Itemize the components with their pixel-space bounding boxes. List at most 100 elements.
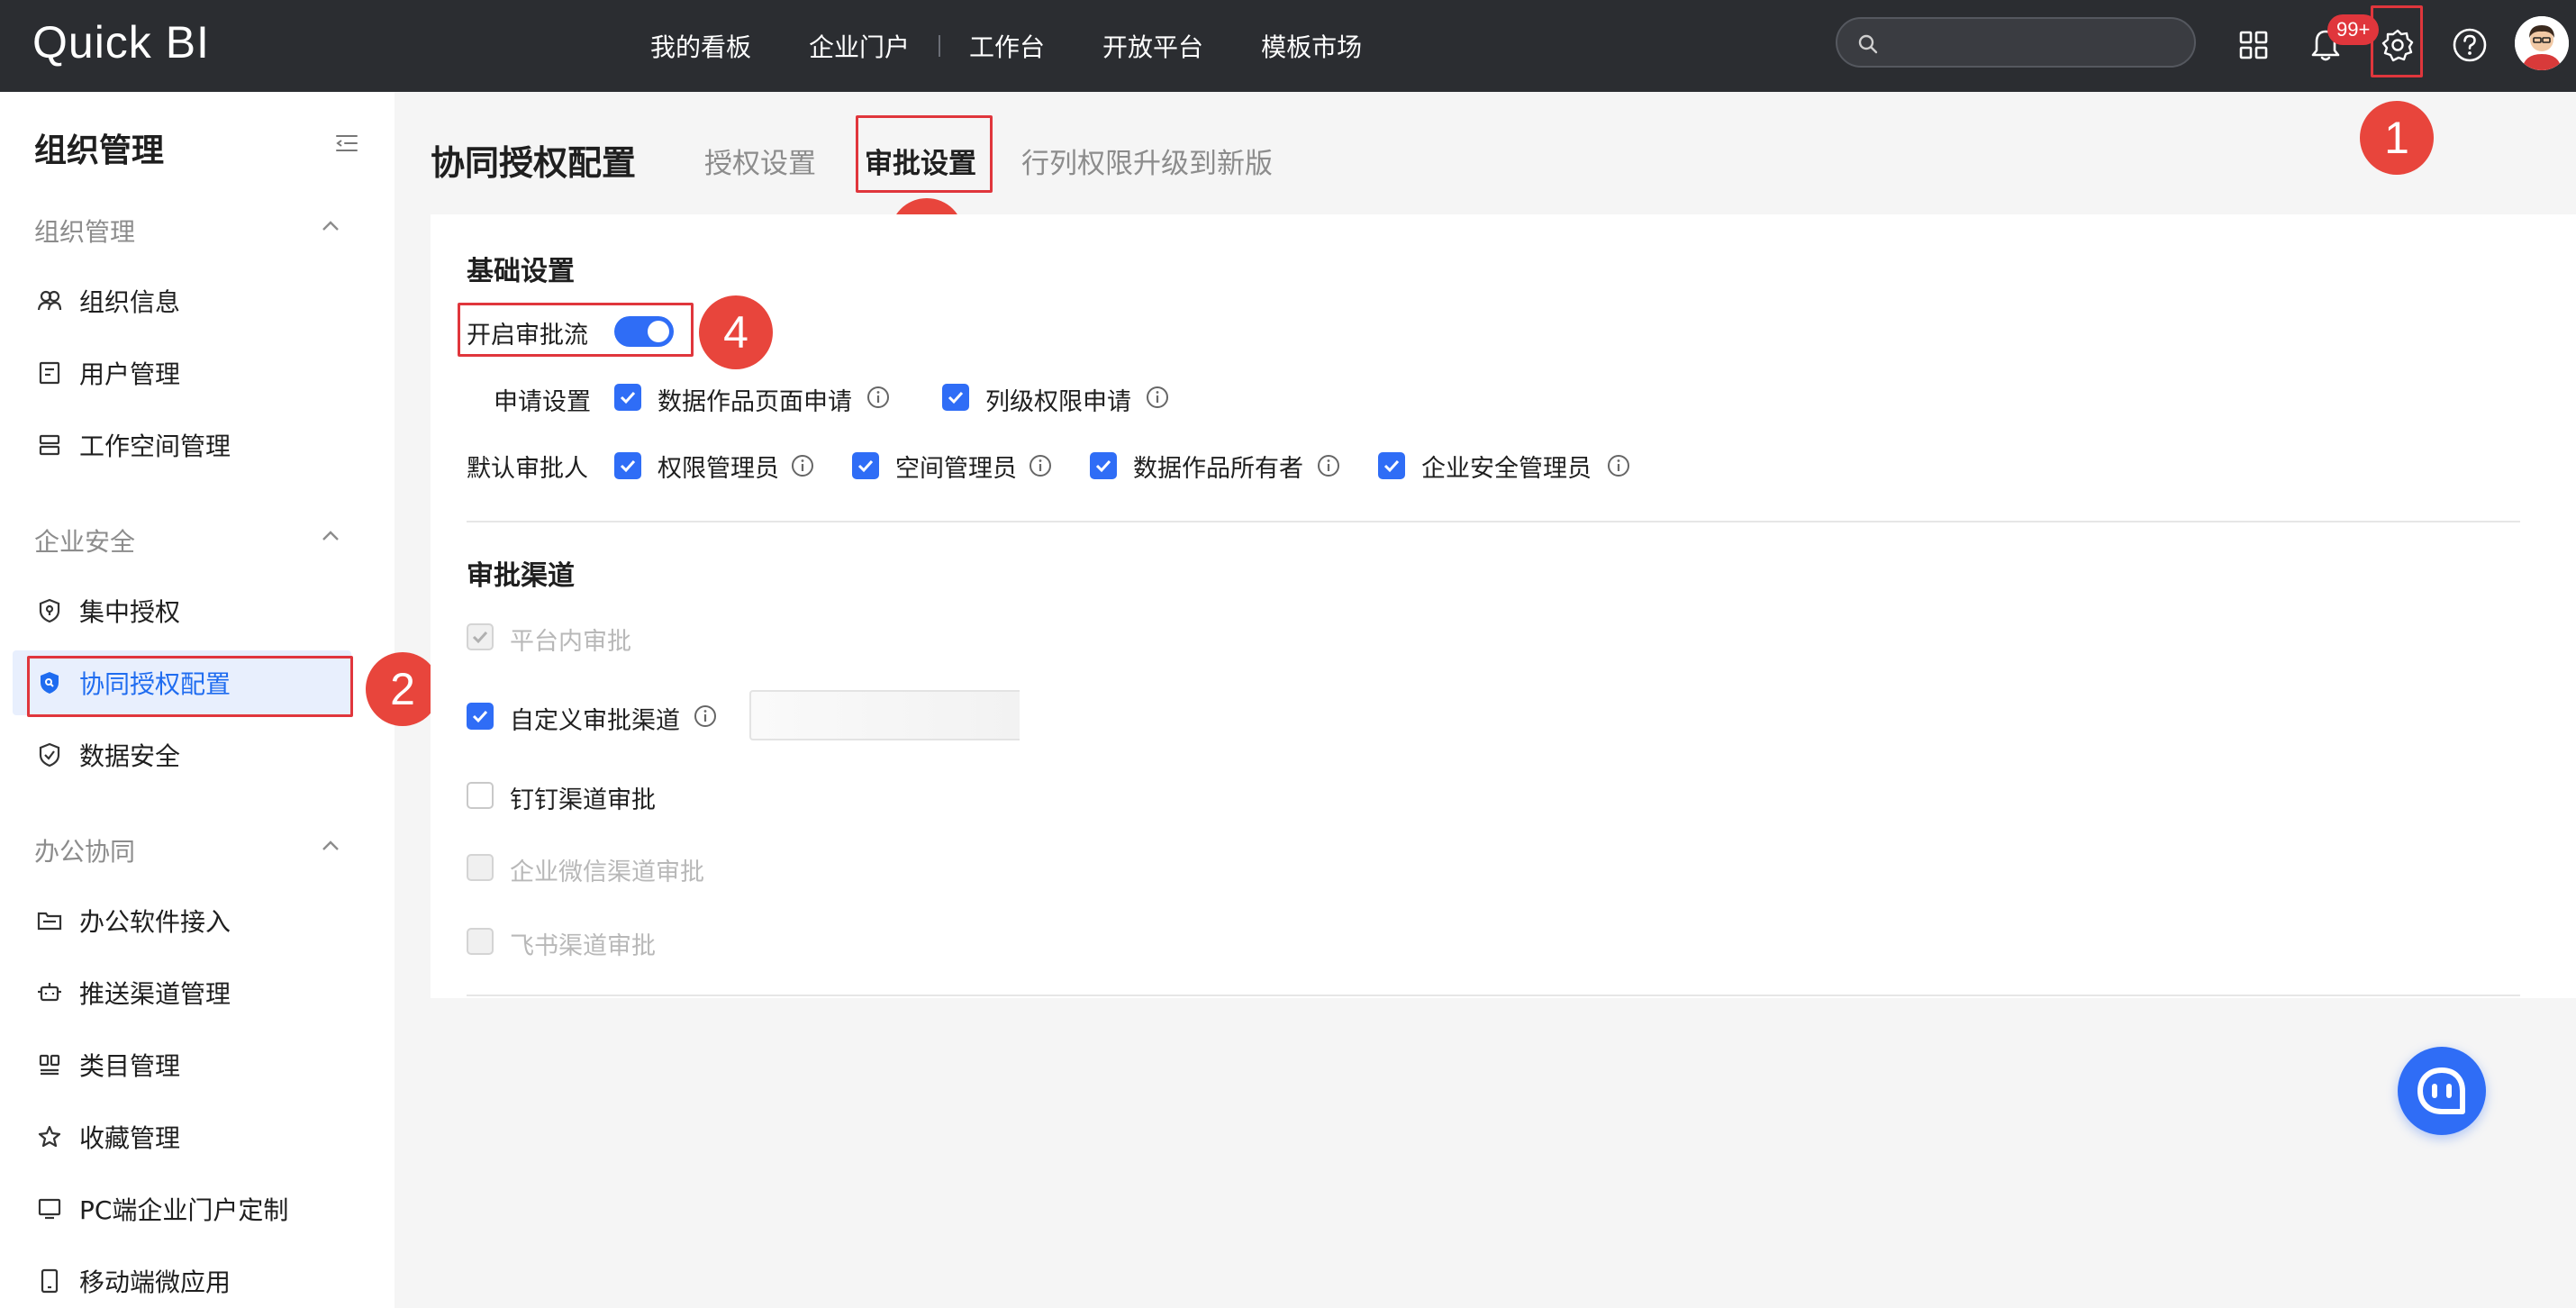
page-title: 协同授权配置 xyxy=(431,143,637,183)
check-icon xyxy=(1095,459,1111,473)
check-icon xyxy=(620,391,636,404)
robot-icon xyxy=(36,979,63,1006)
sidebar-item-office-integration[interactable]: 办公软件接入 xyxy=(13,888,351,953)
custom-channel-input[interactable] xyxy=(749,690,1020,740)
checkbox-platform-approval[interactable] xyxy=(467,623,494,650)
sidebar-item-central-auth[interactable]: 集中授权 xyxy=(13,578,351,643)
tab-row-column-upgrade[interactable]: 行列权限升级到新版 xyxy=(1021,141,1273,181)
sidebar-item-label: 类目管理 xyxy=(79,1051,181,1081)
top-nav: 我的看板 企业门户 工作台 开放平台 模板市场 xyxy=(650,0,1420,92)
sidebar-item-label: 集中授权 xyxy=(79,597,181,627)
sidebar-item-label: 推送渠道管理 xyxy=(79,979,231,1009)
tab-auth-settings[interactable]: 授权设置 xyxy=(704,141,816,181)
checkbox-custom-channel[interactable] xyxy=(467,703,494,730)
sidebar-item-label: 办公软件接入 xyxy=(79,907,231,937)
sidebar-item-pc-portal[interactable]: PC端企业门户定制 xyxy=(13,1176,351,1241)
check-icon xyxy=(1383,459,1400,473)
server-icon xyxy=(36,431,63,459)
annotation-box-toggle xyxy=(458,303,694,357)
sidebar-group-security[interactable]: 企业安全 xyxy=(34,522,135,559)
annotation-marker-2: 2 xyxy=(366,652,440,726)
info-icon[interactable] xyxy=(866,386,890,409)
grid-icon[interactable] xyxy=(2230,22,2277,68)
sidebar-item-mobile-app[interactable]: 移动端微应用 xyxy=(13,1249,351,1308)
info-icon[interactable] xyxy=(791,454,814,477)
option-label: 列级权限申请 xyxy=(985,388,1131,416)
channel-label: 企业微信渠道审批 xyxy=(510,858,704,886)
nav-my-dashboard[interactable]: 我的看板 xyxy=(650,28,751,64)
monitor-icon xyxy=(36,1195,63,1222)
annotation-marker-1: 1 xyxy=(2360,101,2434,175)
checkbox-dingtalk-channel[interactable] xyxy=(467,782,494,809)
id-card-icon xyxy=(36,359,63,386)
annotation-box-sidebar xyxy=(27,656,353,717)
sidebar-item-label: 组织信息 xyxy=(79,287,181,317)
section-divider xyxy=(467,521,2520,522)
mobile-icon xyxy=(36,1267,63,1294)
info-icon[interactable] xyxy=(1607,454,1630,477)
folder-icon xyxy=(36,907,63,934)
nav-enterprise-portal[interactable]: 企业门户 xyxy=(809,28,910,64)
channel-label: 平台内审批 xyxy=(510,628,631,656)
app-logo[interactable]: Quick BI xyxy=(32,16,210,68)
nav-workbench[interactable]: 工作台 xyxy=(969,28,1045,64)
checkbox-security-admin[interactable] xyxy=(1378,452,1405,479)
check-icon xyxy=(620,459,636,473)
sidebar-item-label: 收藏管理 xyxy=(79,1123,181,1153)
info-icon[interactable] xyxy=(1029,454,1052,477)
section-divider xyxy=(467,995,2520,996)
info-icon[interactable] xyxy=(694,704,717,728)
help-icon[interactable] xyxy=(2446,22,2493,68)
sidebar-item-label: 数据安全 xyxy=(79,741,181,771)
apply-settings-label: 申请设置 xyxy=(494,388,591,416)
chevron-up-icon[interactable] xyxy=(321,840,340,852)
sidebar-item-push-channel[interactable]: 推送渠道管理 xyxy=(13,960,351,1025)
nav-divider xyxy=(939,35,941,57)
nav-open-platform[interactable]: 开放平台 xyxy=(1102,28,1203,64)
checkbox-data-page-apply[interactable] xyxy=(614,384,641,411)
sidebar-item-label: 用户管理 xyxy=(79,359,181,389)
option-label: 数据作品页面申请 xyxy=(658,388,852,416)
assistant-button[interactable] xyxy=(2398,1047,2486,1135)
info-icon[interactable] xyxy=(1146,386,1169,409)
checkbox-column-apply[interactable] xyxy=(942,384,969,411)
checkbox-perm-admin[interactable] xyxy=(614,452,641,479)
sidebar-item-org-info[interactable]: 组织信息 xyxy=(13,268,351,333)
chevron-up-icon[interactable] xyxy=(321,530,340,542)
sidebar-item-label: 工作空间管理 xyxy=(79,431,231,461)
option-label: 空间管理员 xyxy=(895,455,1017,483)
sidebar-item-workspace-management[interactable]: 工作空间管理 xyxy=(13,413,351,477)
checkbox-wecom-channel[interactable] xyxy=(467,854,494,881)
collapse-menu-icon[interactable] xyxy=(335,133,358,153)
check-icon xyxy=(948,391,964,404)
search-box[interactable] xyxy=(1836,17,2196,68)
search-icon xyxy=(1858,34,1878,54)
info-icon[interactable] xyxy=(1317,454,1340,477)
search-input[interactable] xyxy=(1888,26,2176,59)
channel-label: 自定义审批渠道 xyxy=(510,707,680,735)
check-icon xyxy=(472,631,488,644)
option-label: 权限管理员 xyxy=(658,455,779,483)
default-approver-label: 默认审批人 xyxy=(467,455,588,483)
check-icon xyxy=(472,710,488,723)
channel-label: 飞书渠道审批 xyxy=(510,932,656,960)
annotation-marker-4: 4 xyxy=(699,295,773,369)
nav-template-market[interactable]: 模板市场 xyxy=(1261,28,1362,64)
category-icon xyxy=(36,1051,63,1078)
avatar[interactable] xyxy=(2515,16,2569,70)
checkbox-feishu-channel[interactable] xyxy=(467,928,494,955)
sidebar-group-office[interactable]: 办公协同 xyxy=(34,832,135,868)
checkbox-work-owner[interactable] xyxy=(1090,452,1117,479)
top-bar: Quick BI 我的看板 企业门户 工作台 开放平台 模板市场 99+ xyxy=(0,0,2576,92)
shield-check-icon xyxy=(36,741,63,768)
section-channels-title: 审批渠道 xyxy=(467,560,575,592)
sidebar-item-label: 移动端微应用 xyxy=(79,1267,231,1297)
sidebar-group-org[interactable]: 组织管理 xyxy=(34,213,135,249)
sidebar-item-favorites[interactable]: 收藏管理 xyxy=(13,1104,351,1169)
sidebar-item-category[interactable]: 类目管理 xyxy=(13,1032,351,1097)
sidebar-item-data-security[interactable]: 数据安全 xyxy=(13,722,351,787)
chevron-up-icon[interactable] xyxy=(321,220,340,232)
checkbox-space-admin[interactable] xyxy=(852,452,879,479)
option-label: 数据作品所有者 xyxy=(1133,455,1303,483)
sidebar-item-user-management[interactable]: 用户管理 xyxy=(13,341,351,405)
